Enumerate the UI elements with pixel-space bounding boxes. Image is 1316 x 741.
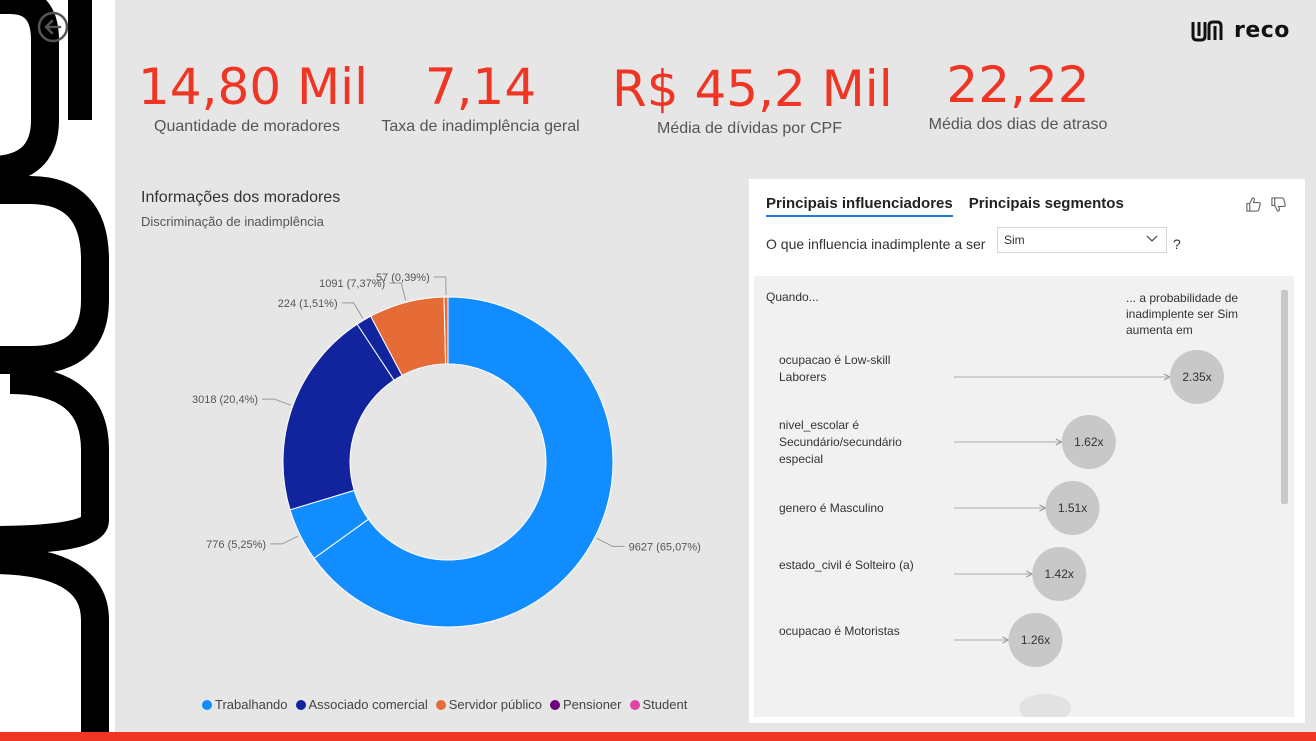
chevron-down-icon [1146, 235, 1158, 242]
influencer-value: 1.26x [1021, 633, 1050, 647]
thumbs-down-icon[interactable] [1270, 196, 1287, 213]
feedback-buttons [1245, 196, 1287, 213]
leader-line [596, 537, 625, 547]
legend-item[interactable]: Servidor público [435, 697, 542, 712]
legend-label: Servidor público [448, 697, 542, 712]
logo-mark-icon [1191, 20, 1223, 41]
influencer-bubbles: 2.35x 1.62x 1.51x 1.42x 1.26x [954, 350, 1224, 717]
kpi-residents: 14,80 Mil Quantidade de moradores [138, 58, 368, 136]
legend-label: Student [642, 697, 688, 712]
legend-item[interactable]: Associado comercial [295, 697, 428, 712]
legend-dot [629, 699, 640, 710]
slice-data-label: 776 (5,25%) [206, 539, 266, 551]
slice-data-label: 9627 (65,07%) [629, 541, 701, 553]
kpi-value: 7,14 [424, 58, 537, 116]
legend-dot [549, 699, 560, 710]
legend-label: Associado comercial [308, 697, 428, 712]
chart-legend: Trabalhando Associado comercial Servidor p… [202, 697, 687, 712]
legend-item[interactable]: Student [629, 697, 688, 712]
bottom-accent-bar [0, 732, 1316, 741]
question-mark: ? [1173, 236, 1181, 252]
legend-label: Trabalhando [215, 697, 288, 712]
donut-chart[interactable]: 9627 (65,07%) 776 (5,25%) 3018 (20,4%) 224 … [120, 240, 720, 690]
kpi-default-rate: 7,14 Taxa de inadimplência geral [378, 60, 583, 136]
back-arrow-icon[interactable] [37, 11, 69, 43]
kpi-average-debt: R$ 45,2 Mil Média de dívidas por CPF [612, 60, 893, 138]
legend-dot [202, 699, 212, 710]
tab-key-influencers[interactable]: Principais influenciadores [766, 195, 953, 217]
slice-data-label: 3018 (20,4%) [192, 394, 258, 406]
kpi-value: 14,80 Mil [138, 58, 368, 116]
leader-line [270, 535, 299, 545]
legend-label: Pensioner [562, 697, 622, 712]
kpi-label: Taxa de inadimplência geral [381, 118, 580, 135]
kpi-label: Média de dívidas por CPF [657, 120, 842, 137]
key-influencers-panel: Principais influenciadores Principais se… [749, 179, 1305, 723]
influencers-list: Quando... ... a probabilidade de inadimp… [754, 276, 1294, 717]
leader-line [341, 302, 364, 319]
influencer-value: 2.35x [1182, 370, 1211, 384]
influencer-value: 1.51x [1058, 501, 1087, 515]
kpi-label: Média dos dias de atraso [928, 116, 1108, 133]
slice-data-label: 224 (1,51%) [278, 298, 338, 310]
leader-line [262, 398, 292, 406]
legend-dot [295, 699, 306, 710]
leader-line [433, 276, 447, 296]
influencer-value: 1.42x [1045, 567, 1074, 581]
target-value-select[interactable]: Sim [997, 227, 1167, 253]
kpi-value: 22,22 [946, 56, 1090, 114]
kpi-label: Quantidade de moradores [154, 118, 340, 135]
select-value: Sim [1004, 233, 1025, 247]
slice-data-label: 57 (0,39%) [376, 272, 430, 284]
company-logo: reco [1190, 18, 1290, 43]
kpi-days-late: 22,22 Média dos dias de atraso [918, 58, 1118, 134]
chart-title: Informações dos moradores [141, 189, 341, 206]
leader-line [389, 282, 407, 301]
legend-dot [435, 699, 446, 710]
influencer-value: 1.62x [1074, 435, 1103, 449]
legend-item[interactable]: Pensioner [549, 697, 622, 712]
influence-question: O que influencia inadimplente a ser [766, 236, 986, 252]
kpi-value: R$ 45,2 Mil [612, 60, 893, 118]
legend-item[interactable]: Trabalhando [202, 697, 288, 712]
logo-text: reco [1234, 18, 1290, 43]
thumbs-up-icon[interactable] [1245, 196, 1262, 213]
partial-bubble [1019, 694, 1071, 717]
decorative-side-art [0, 0, 115, 741]
tab-top-segments[interactable]: Principais segmentos [969, 195, 1124, 217]
chart-subtitle: Discriminação de inadimplência [141, 214, 324, 229]
influencer-tabs: Principais influenciadores Principais se… [766, 195, 1124, 217]
